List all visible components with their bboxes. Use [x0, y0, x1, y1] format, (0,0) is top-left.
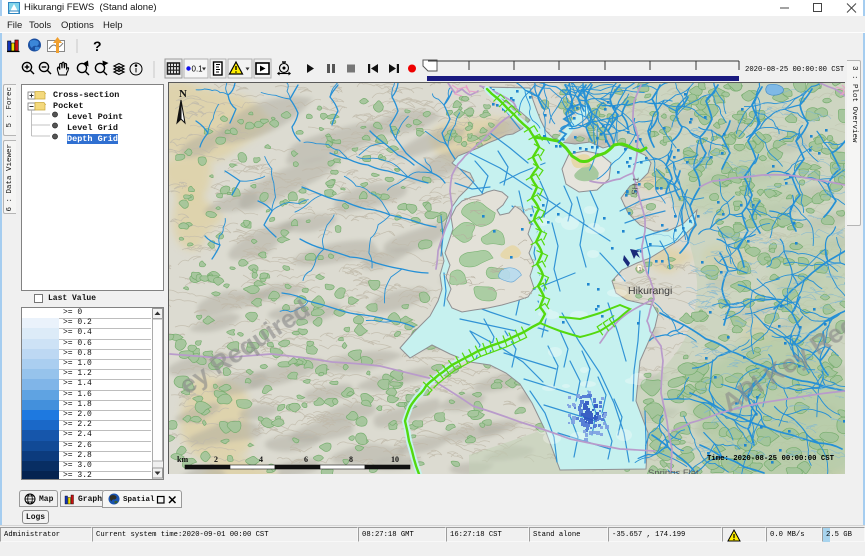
svg-text:2: 2	[214, 455, 218, 464]
svg-text:N: N	[179, 88, 187, 100]
svg-text:1: 1	[639, 267, 642, 273]
svg-text:0.1: 0.1	[192, 65, 204, 74]
svg-text:SH 1: SH 1	[630, 176, 641, 195]
svg-text:Hikurangi: Hikurangi	[628, 285, 672, 297]
svg-text:Time: 2020-08-25 00:00:00 CST: Time: 2020-08-25 00:00:00 CST	[707, 455, 835, 463]
svg-text:?: ?	[93, 38, 102, 54]
svg-text:km: km	[177, 455, 188, 464]
svg-text:8: 8	[349, 455, 353, 464]
svg-text:10: 10	[391, 455, 399, 464]
svg-text:6: 6	[304, 455, 308, 464]
svg-text:4: 4	[259, 455, 263, 464]
svg-text:2020-08-25 00:00:00 CST: 2020-08-25 00:00:00 CST	[745, 66, 845, 74]
